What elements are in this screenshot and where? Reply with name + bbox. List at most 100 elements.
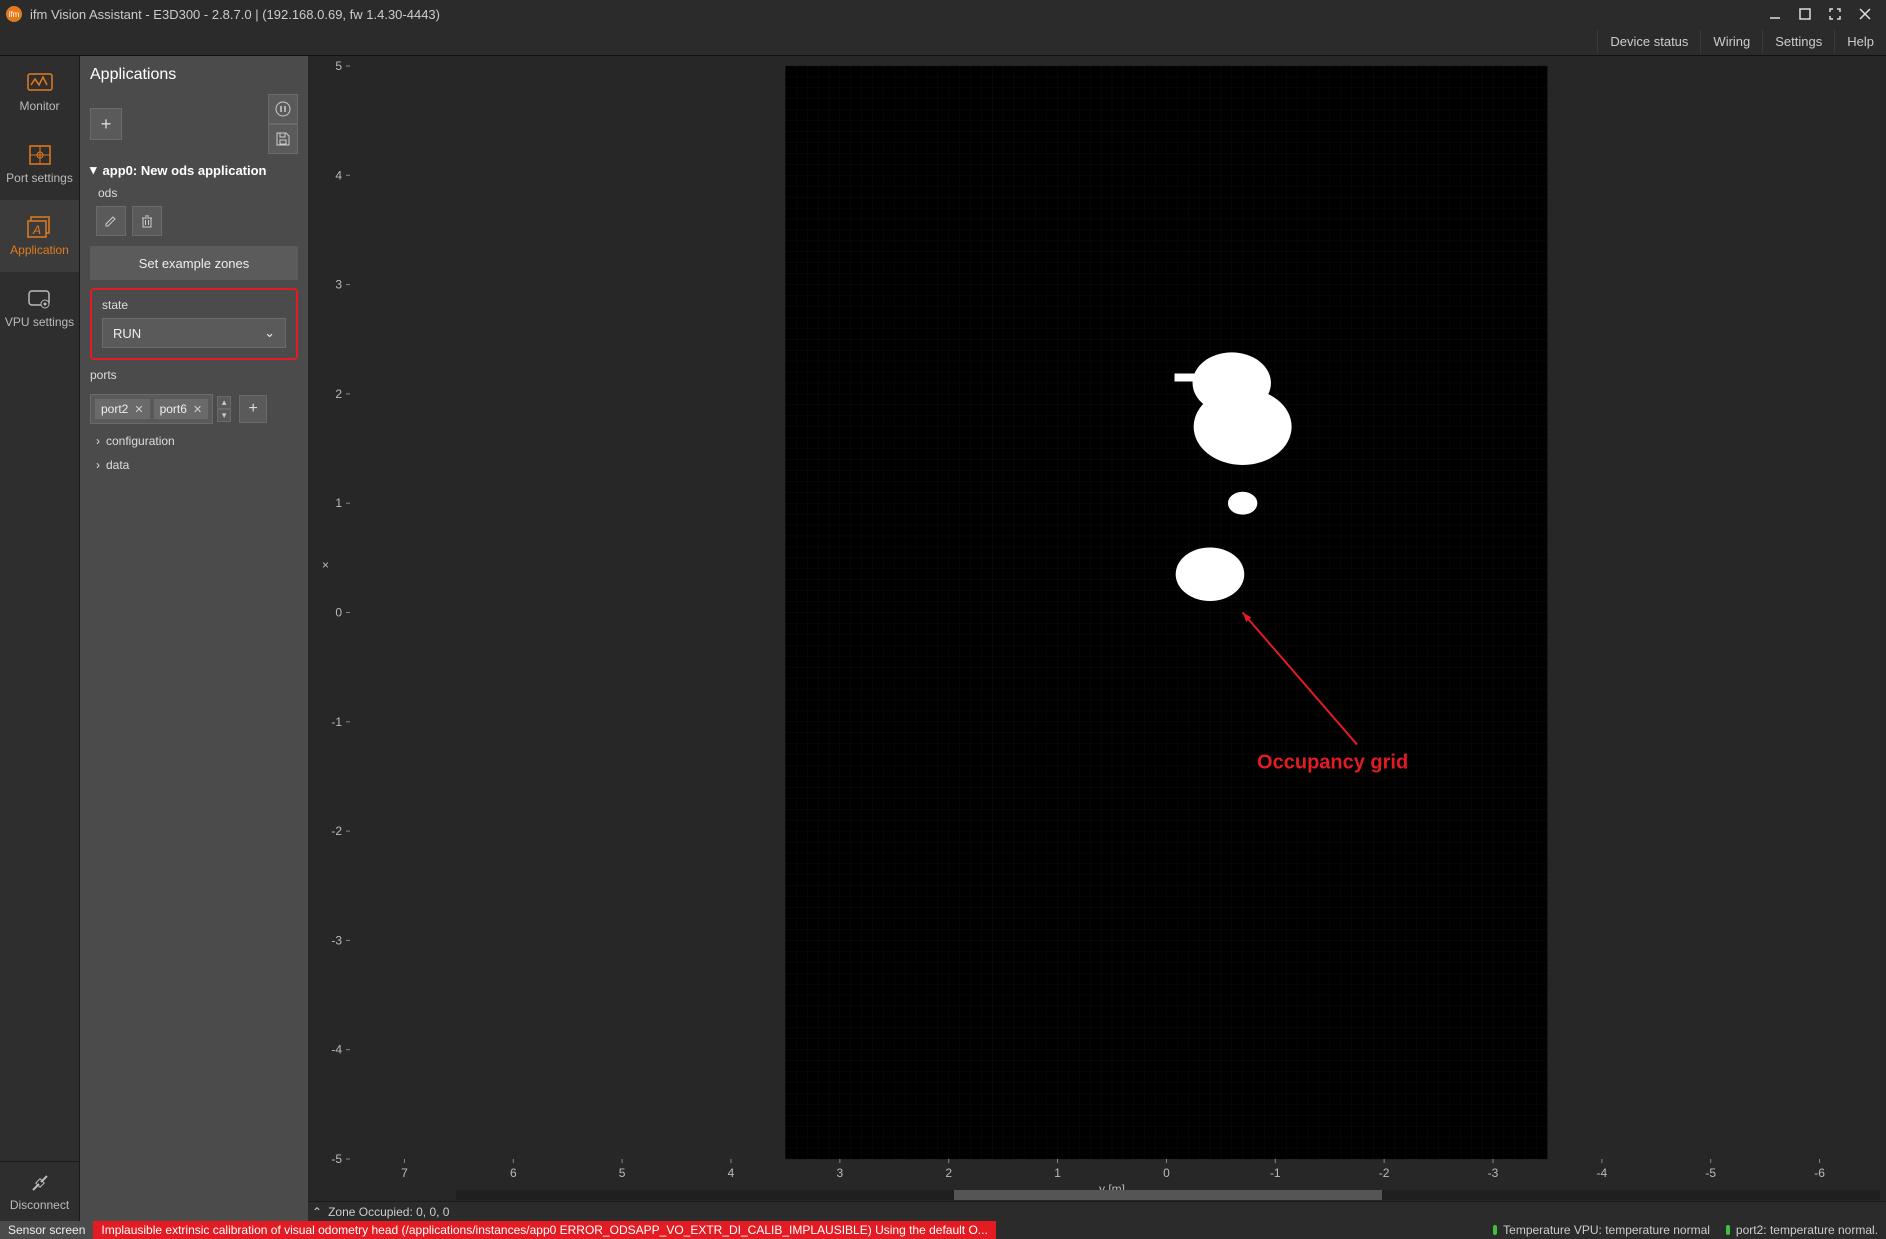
svg-text:-5: -5 [1705,1166,1716,1180]
svg-text:Occupancy grid: Occupancy grid [1257,752,1408,774]
svg-text:3: 3 [335,278,342,292]
menu-wiring[interactable]: Wiring [1700,30,1762,53]
set-example-zones-button[interactable]: Set example zones [90,246,298,280]
remove-chip-icon[interactable]: ✕ [193,403,202,416]
step-down-icon[interactable]: ▾ [217,409,231,422]
status-temp-port2-text: port2: temperature normal. [1736,1223,1878,1237]
vpu-icon [26,287,54,311]
fullscreen-button[interactable] [1820,2,1850,26]
application-icon: A [26,215,54,239]
window-title: ifm Vision Assistant - E3D300 - 2.8.7.0 … [30,7,440,22]
state-group-highlight: state RUN ⌄ [90,288,298,360]
svg-text:2: 2 [335,387,342,401]
disconnect-icon [29,1172,51,1194]
svg-text:-6: -6 [1814,1166,1825,1180]
svg-text:2: 2 [945,1166,952,1180]
tree-configuration[interactable]: › configuration [96,434,298,448]
svg-text:4: 4 [728,1166,735,1180]
add-application-button[interactable]: + [90,108,122,140]
rail-vpu-settings[interactable]: VPU settings [0,272,79,344]
svg-text:-4: -4 [1597,1166,1608,1180]
svg-text:5: 5 [619,1166,626,1180]
svg-text:-2: -2 [331,824,342,838]
svg-text:-4: -4 [331,1043,342,1057]
rail-port-label: Port settings [6,171,73,185]
step-up-icon[interactable]: ▴ [217,396,231,409]
svg-text:0: 0 [335,606,342,620]
svg-text:1: 1 [1054,1166,1061,1180]
add-port-button[interactable]: + [239,395,267,423]
rail-application-label: Application [10,243,69,257]
port-stepper[interactable]: ▴ ▾ [217,396,231,422]
svg-text:0: 0 [1163,1166,1170,1180]
svg-text:6: 6 [510,1166,517,1180]
edit-app-button[interactable] [96,206,126,236]
svg-text:3: 3 [837,1166,844,1180]
menu-settings[interactable]: Settings [1762,30,1834,53]
status-temp-port2: port2: temperature normal. [1718,1221,1886,1239]
chevron-right-icon: › [96,458,100,472]
titlebar: ifm ifm Vision Assistant - E3D300 - 2.8.… [0,0,1886,28]
svg-text:-2: -2 [1379,1166,1390,1180]
thermometer-icon [1493,1225,1497,1235]
port-icon [26,143,54,167]
viewer: ⋮ 543210-1-2-3-4-576543210-1-2-3-4-5-6y … [308,56,1886,1221]
statusbar: Sensor screen Implausible extrinsic cali… [0,1221,1886,1239]
svg-text:5: 5 [335,59,342,73]
svg-text:-5: -5 [331,1152,342,1166]
minimize-button[interactable] [1760,2,1790,26]
svg-text:-3: -3 [331,933,342,947]
app-class-label: ods [98,186,298,200]
menu-device-status[interactable]: Device status [1597,30,1700,53]
status-error[interactable]: Implausible extrinsic calibration of vis… [93,1221,995,1239]
app-node-title: app0: New ods application [103,163,267,178]
svg-text:4: 4 [335,168,342,182]
state-label: state [102,298,286,312]
rail-monitor-label: Monitor [19,99,59,113]
tree-data[interactable]: › data [96,458,298,472]
svg-text:1: 1 [335,496,342,510]
remove-chip-icon[interactable]: ✕ [134,403,143,416]
rail-application[interactable]: A Application [0,200,79,272]
status-temp-vpu: Temperature VPU: temperature normal [1485,1221,1718,1239]
rail-disconnect[interactable]: Disconnect [0,1161,79,1221]
status-temp-vpu-text: Temperature VPU: temperature normal [1503,1223,1710,1237]
app-node[interactable]: ▾ app0: New ods application [90,162,298,178]
delete-app-button[interactable] [132,206,162,236]
horizontal-scrollbar[interactable] [456,1190,1880,1200]
pause-button[interactable] [268,94,298,124]
ports-field[interactable]: port2 ✕ port6 ✕ [90,394,213,424]
svg-text:-1: -1 [331,715,342,729]
chevron-down-icon: ▾ [90,162,97,178]
svg-text:×: × [322,558,329,572]
save-button[interactable] [268,124,298,154]
close-button[interactable] [1850,2,1880,26]
scrollbar-thumb[interactable] [954,1190,1381,1200]
menubar: Device status Wiring Settings Help [0,28,1886,56]
rail-monitor[interactable]: Monitor [0,56,79,128]
chevron-right-icon: › [96,434,100,448]
ports-label: ports [90,368,298,382]
state-value: RUN [113,326,141,341]
menu-help[interactable]: Help [1834,30,1886,53]
port-chip-label: port2 [101,402,128,416]
monitor-icon [26,71,54,95]
port-chip-label: port6 [160,402,187,416]
rail-port-settings[interactable]: Port settings [0,128,79,200]
tree-configuration-label: configuration [106,434,175,448]
thermometer-icon [1726,1225,1730,1235]
maximize-button[interactable] [1790,2,1820,26]
occupancy-grid-plot[interactable]: 543210-1-2-3-4-576543210-1-2-3-4-5-6y [m… [308,56,1886,1201]
status-sensor-screen[interactable]: Sensor screen [0,1221,93,1239]
left-rail: Monitor Port settings A Application VPU … [0,56,80,1221]
state-select[interactable]: RUN ⌄ [102,318,286,348]
port-chip[interactable]: port6 ✕ [154,399,209,419]
svg-text:-1: -1 [1270,1166,1281,1180]
tree-data-label: data [106,458,129,472]
rail-vpu-label: VPU settings [5,315,74,329]
svg-text:A: A [32,223,41,237]
port-chip[interactable]: port2 ✕ [95,399,150,419]
expand-footer-icon[interactable]: ⌃ [312,1205,322,1219]
chevron-down-icon: ⌄ [264,325,275,341]
plot-area[interactable]: ⋮ 543210-1-2-3-4-576543210-1-2-3-4-5-6y … [308,56,1886,1201]
